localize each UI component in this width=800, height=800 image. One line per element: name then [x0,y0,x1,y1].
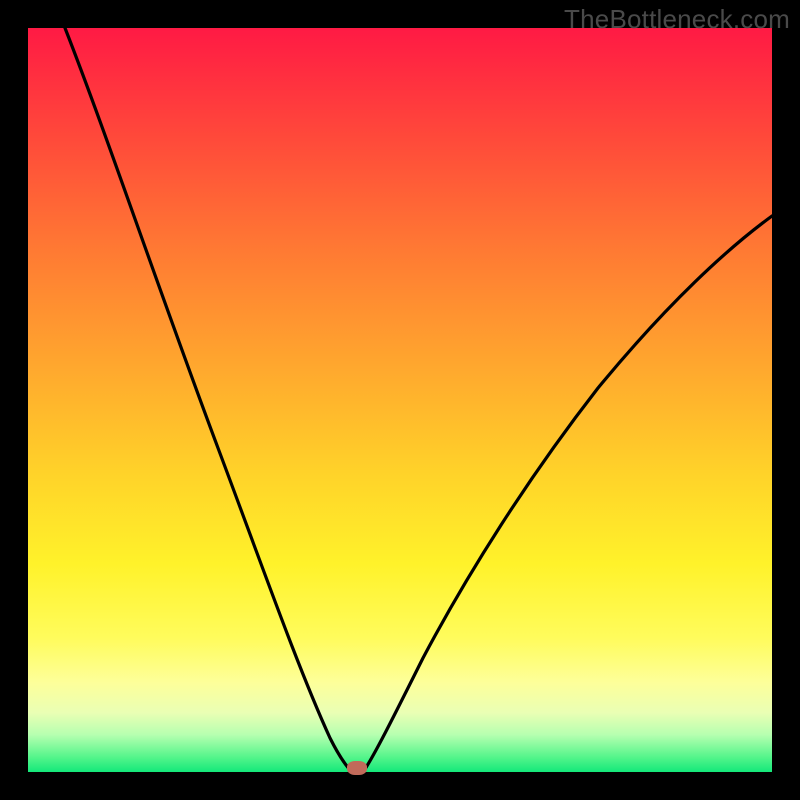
optimal-point-marker [347,761,367,775]
curve-left-branch [65,28,352,772]
curve-right-branch [363,216,772,772]
chart-frame: TheBottleneck.com [0,0,800,800]
bottleneck-curve [28,28,772,772]
plot-area [28,28,772,772]
watermark-text: TheBottleneck.com [564,4,790,35]
